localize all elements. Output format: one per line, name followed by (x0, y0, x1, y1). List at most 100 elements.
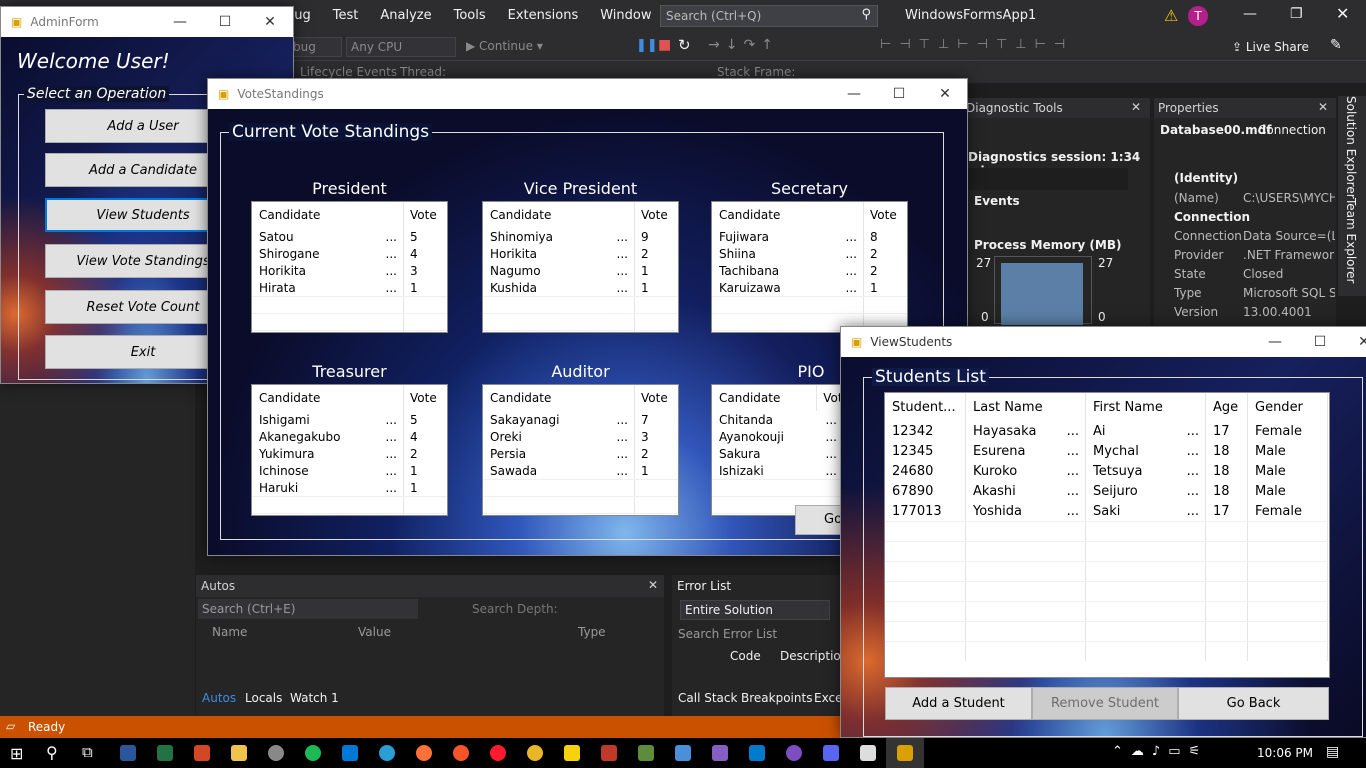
media-icon[interactable] (268, 745, 284, 761)
autos-search[interactable]: Search (Ctrl+E) (198, 599, 418, 619)
menu-item[interactable]: Window (600, 8, 651, 23)
vote-row[interactable]: Ayanokouji... (712, 428, 850, 445)
menu-item[interactable]: Analyze (380, 8, 431, 23)
admin-minimize-icon[interactable]: — (157, 7, 203, 37)
autos-close-icon[interactable]: ✕ (648, 578, 658, 592)
app2-icon[interactable] (786, 745, 802, 761)
students-col-header[interactable]: Student... (885, 393, 966, 421)
errorlist-search[interactable]: Search Error List (678, 627, 777, 641)
solution-explorer-tab[interactable]: Solution Explorer (1344, 96, 1358, 199)
vote-row[interactable]: Yukimura... 2 (252, 445, 447, 462)
winforms-app-icon[interactable] (897, 745, 913, 761)
warning-icon[interactable]: ⚠ (1164, 6, 1178, 25)
visual-studio-icon[interactable] (712, 745, 728, 761)
student-row[interactable]: 12342 Hayasaka... Ai... 17 Female (885, 421, 1329, 441)
vote-row[interactable]: Horikita... 3 (252, 262, 447, 279)
vote-row[interactable]: Ichinose... 1 (252, 462, 447, 479)
props-row[interactable]: Version 13.00.4001 (1174, 305, 1336, 323)
diag-close-icon[interactable]: ✕ (1131, 100, 1141, 114)
edge-icon[interactable] (379, 745, 395, 761)
students-col-header[interactable]: Gender (1248, 393, 1328, 421)
props-row[interactable]: Provider .NET Framework (1174, 248, 1336, 266)
powerpoint-icon[interactable] (194, 745, 210, 761)
props-row[interactable]: Type Microsoft SQL Se (1174, 286, 1336, 304)
props-section-identity[interactable]: (Identity) (1174, 171, 1238, 185)
vote-grid[interactable]: Candidate Vote Satou... 5 Shirogane... 4 Horik… (251, 201, 448, 333)
minecraft-icon[interactable] (638, 745, 654, 761)
firefox-icon[interactable] (416, 745, 432, 761)
locals-tab[interactable]: Locals (245, 691, 282, 705)
vote-row[interactable]: Karuizawa... 1 (712, 279, 907, 296)
chrome-icon[interactable] (527, 745, 543, 761)
vs-close-icon[interactable]: ✕ (1336, 4, 1349, 23)
team-explorer-tab[interactable]: Team Explorer (1344, 198, 1358, 284)
props-row[interactable]: (Name) C:\USERS\MYCH... (1174, 191, 1336, 209)
admin-maximize-icon[interactable]: ☐ (202, 7, 248, 37)
brave-icon[interactable] (453, 745, 469, 761)
vote-row[interactable]: Fujiwara... 8 (712, 228, 907, 245)
vote-grid[interactable]: Candidate Vote Sakayanagi... 7 Oreki... 3 Pers… (482, 384, 679, 516)
spotify-icon[interactable] (305, 745, 321, 761)
vote-grid[interactable]: Candidate Vote Fujiwara... 8 Shiina... 2 Tachi… (711, 201, 908, 333)
vote-grid[interactable]: Candidate Vote Shinomiya... 9 Horikita... 2 Na… (482, 201, 679, 333)
students-col-header[interactable]: First Name (1086, 393, 1206, 421)
student-row[interactable]: 67890 Akashi... Seijuro... 18 Male (885, 481, 1329, 501)
vote-row[interactable]: Hirata... 1 (252, 279, 447, 296)
vote-row[interactable]: Satou... 5 (252, 228, 447, 245)
students-close-icon[interactable]: ✕ (1341, 327, 1366, 357)
vote-row[interactable]: Shinomiya... 9 (483, 228, 678, 245)
vs-minimize-icon[interactable]: — (1243, 6, 1257, 22)
vote-row[interactable]: Persia... 2 (483, 445, 678, 462)
menu-item[interactable]: Test (333, 8, 359, 23)
pause-icon[interactable]: ❚❚ (636, 38, 658, 53)
props-close-icon[interactable]: ✕ (1318, 100, 1328, 114)
go-back-button[interactable]: Go Back (1178, 687, 1329, 720)
vote-row[interactable]: Ishizaki... (712, 462, 850, 479)
stop-icon[interactable]: ■ (658, 37, 671, 53)
votes-maximize-icon[interactable]: ☐ (876, 79, 922, 109)
box-icon[interactable] (675, 745, 691, 761)
notification-icon[interactable]: ▤ (1326, 744, 1339, 760)
vote-row[interactable]: Akanegakubo... 4 (252, 428, 447, 445)
excel-icon[interactable] (157, 745, 173, 761)
vote-row[interactable]: Sakayanagi... 7 (483, 411, 678, 428)
live-share-button[interactable]: ⇪ Live Share (1232, 40, 1309, 54)
notes-icon[interactable] (564, 745, 580, 761)
vote-row[interactable]: Nagumo... 1 (483, 262, 678, 279)
votes-minimize-icon[interactable]: — (831, 79, 877, 109)
menu-item[interactable]: Tools (454, 8, 486, 23)
menu-item[interactable]: Extensions (508, 8, 579, 23)
file-explorer-icon[interactable] (231, 745, 247, 761)
opera-icon[interactable] (490, 745, 506, 761)
autos-tab[interactable]: Autos (202, 691, 236, 705)
remove-student-button[interactable]: Remove Student (1032, 687, 1178, 720)
vote-row[interactable]: Sawada... 1 (483, 462, 678, 479)
vs-restore-icon[interactable]: ❐ (1290, 6, 1303, 22)
vs-search-box[interactable]: Search (Ctrl+Q) ⚲ (660, 5, 878, 27)
windows-start-icon[interactable]: ⊞ (10, 744, 23, 763)
callstack-tab[interactable]: Call Stack (678, 691, 737, 705)
vote-row[interactable]: Shiina... 2 (712, 245, 907, 262)
vote-grid[interactable]: Candidate Vote Ishigami... 5 Akanegakubo... 4… (251, 384, 448, 516)
students-maximize-icon[interactable]: ☐ (1297, 327, 1343, 357)
students-col-header[interactable]: Age (1206, 393, 1248, 421)
store-icon[interactable] (342, 745, 358, 761)
admin-close-icon[interactable]: ✕ (247, 7, 293, 37)
app-icon[interactable] (601, 745, 617, 761)
props-object-type[interactable]: Connection (1258, 123, 1326, 137)
user-avatar[interactable]: T (1188, 6, 1208, 26)
exception-tab[interactable]: Exce (814, 691, 842, 705)
students-grid[interactable]: Student... Last Name First Name Age Gender 1… (884, 392, 1330, 678)
discord-icon[interactable] (823, 745, 839, 761)
search-icon[interactable]: ⚲ (46, 743, 58, 762)
props-section-connection[interactable]: Connection (1174, 210, 1250, 224)
config-dropdown[interactable]: bug (288, 37, 342, 57)
breakpoints-tab[interactable]: Breakpoints (741, 691, 812, 705)
tray-icons[interactable]: ⌃☁♪▭⚟ (1112, 744, 1208, 759)
vote-row[interactable]: Kushida... 1 (483, 279, 678, 296)
platform-dropdown[interactable]: Any CPU (346, 37, 456, 57)
vscode-icon[interactable] (749, 745, 765, 761)
vote-row[interactable]: Shirogane... 4 (252, 245, 447, 262)
student-row[interactable]: 177013 Yoshida... Saki... 17 Female (885, 501, 1329, 521)
props-row[interactable]: ConnectionData Source=(Loc (1174, 229, 1336, 247)
